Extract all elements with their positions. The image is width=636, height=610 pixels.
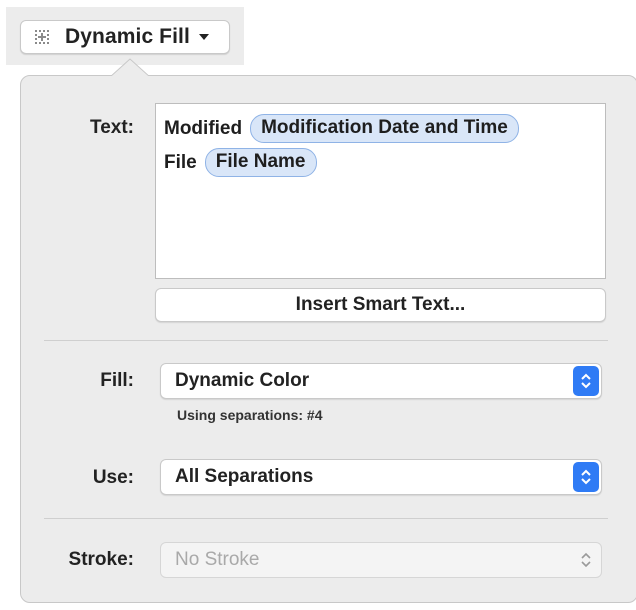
stroke-select-value: No Stroke bbox=[175, 549, 260, 570]
popover-arrow bbox=[110, 58, 150, 78]
line-prefix: Modified bbox=[164, 117, 243, 139]
insert-smart-text-button[interactable]: Insert Smart Text... bbox=[155, 288, 606, 322]
section-divider bbox=[44, 340, 608, 341]
select-stepper-icon bbox=[573, 545, 599, 575]
use-select-value: All Separations bbox=[175, 466, 314, 487]
smart-text-editor[interactable]: Modified Modification Date and Time File… bbox=[155, 103, 606, 279]
grid-dots-icon bbox=[35, 30, 49, 44]
fill-select-value: Dynamic Color bbox=[175, 370, 310, 391]
stroke-label: Stroke: bbox=[68, 549, 134, 570]
separations-note: Using separations: #4 bbox=[177, 407, 323, 423]
fill-select[interactable]: Dynamic Color bbox=[160, 363, 602, 399]
dynamic-fill-popup-button[interactable]: Dynamic Fill bbox=[20, 20, 230, 54]
dynamic-fill-inspector: Dynamic Fill Text: Modified Modification… bbox=[0, 0, 636, 610]
smart-text-token[interactable]: Modification Date and Time bbox=[250, 114, 519, 143]
chevron-down-icon bbox=[198, 34, 209, 40]
stroke-select[interactable]: No Stroke bbox=[160, 542, 602, 578]
select-stepper-icon bbox=[573, 366, 599, 396]
text-line: Modified Modification Date and Time bbox=[164, 114, 519, 143]
smart-text-token[interactable]: File Name bbox=[204, 148, 317, 177]
fill-label: Fill: bbox=[100, 370, 134, 391]
popup-label: Dynamic Fill bbox=[65, 25, 190, 48]
line-prefix: File bbox=[164, 151, 197, 173]
text-line: File File Name bbox=[164, 148, 317, 177]
text-label: Text: bbox=[90, 117, 134, 138]
use-label: Use: bbox=[92, 467, 134, 488]
section-divider bbox=[44, 518, 608, 519]
use-select[interactable]: All Separations bbox=[160, 459, 602, 495]
select-stepper-icon bbox=[573, 462, 599, 492]
